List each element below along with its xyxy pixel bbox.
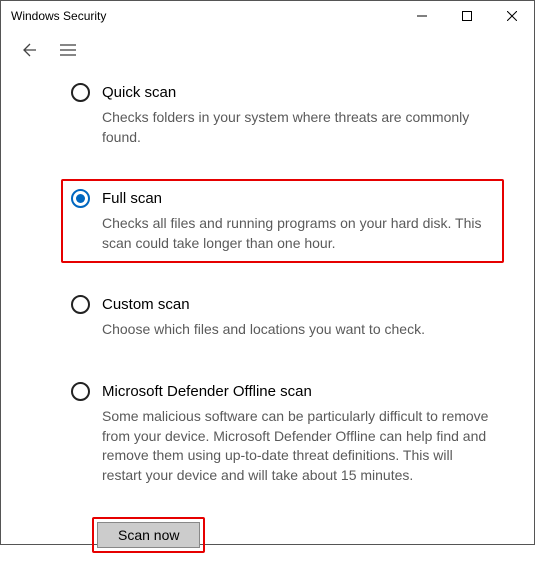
option-desc: Checks folders in your system where thre… [102,108,494,147]
scan-now-button[interactable]: Scan now [97,522,200,548]
option-label: Microsoft Defender Offline scan [102,383,312,400]
radio-icon [71,83,90,102]
radio-icon [71,295,90,314]
radio-full-scan[interactable]: Full scan [71,189,494,208]
titlebar: Windows Security [1,1,534,31]
scan-options: Quick scan Checks folders in your system… [1,65,534,573]
radio-icon [71,189,90,208]
radio-icon [71,382,90,401]
maximize-icon [462,11,472,21]
radio-defender-offline-scan[interactable]: Microsoft Defender Offline scan [71,382,494,401]
scan-now-highlight: Scan now [92,517,205,553]
option-desc: Some malicious software can be particula… [102,407,494,485]
back-button[interactable] [19,41,37,59]
option-label: Full scan [102,190,162,207]
hamburger-icon [60,43,76,57]
menu-button[interactable] [59,41,77,59]
radio-quick-scan[interactable]: Quick scan [71,83,494,102]
option-label: Custom scan [102,296,190,313]
option-desc: Choose which files and locations you wan… [102,320,494,340]
maximize-button[interactable] [444,1,489,31]
option-label: Quick scan [102,84,176,101]
option-custom-scan: Custom scan Choose which files and locat… [61,285,504,350]
minimize-button[interactable] [399,1,444,31]
option-quick-scan: Quick scan Checks folders in your system… [61,73,504,157]
close-button[interactable] [489,1,534,31]
close-icon [507,11,517,21]
back-arrow-icon [19,41,37,59]
radio-custom-scan[interactable]: Custom scan [71,295,494,314]
option-defender-offline-scan: Microsoft Defender Offline scan Some mal… [61,372,504,495]
toolbar [1,31,534,65]
window-title: Windows Security [11,9,399,23]
option-desc: Checks all files and running programs on… [102,214,494,253]
minimize-icon [417,11,427,21]
option-full-scan: Full scan Checks all files and running p… [61,179,504,263]
